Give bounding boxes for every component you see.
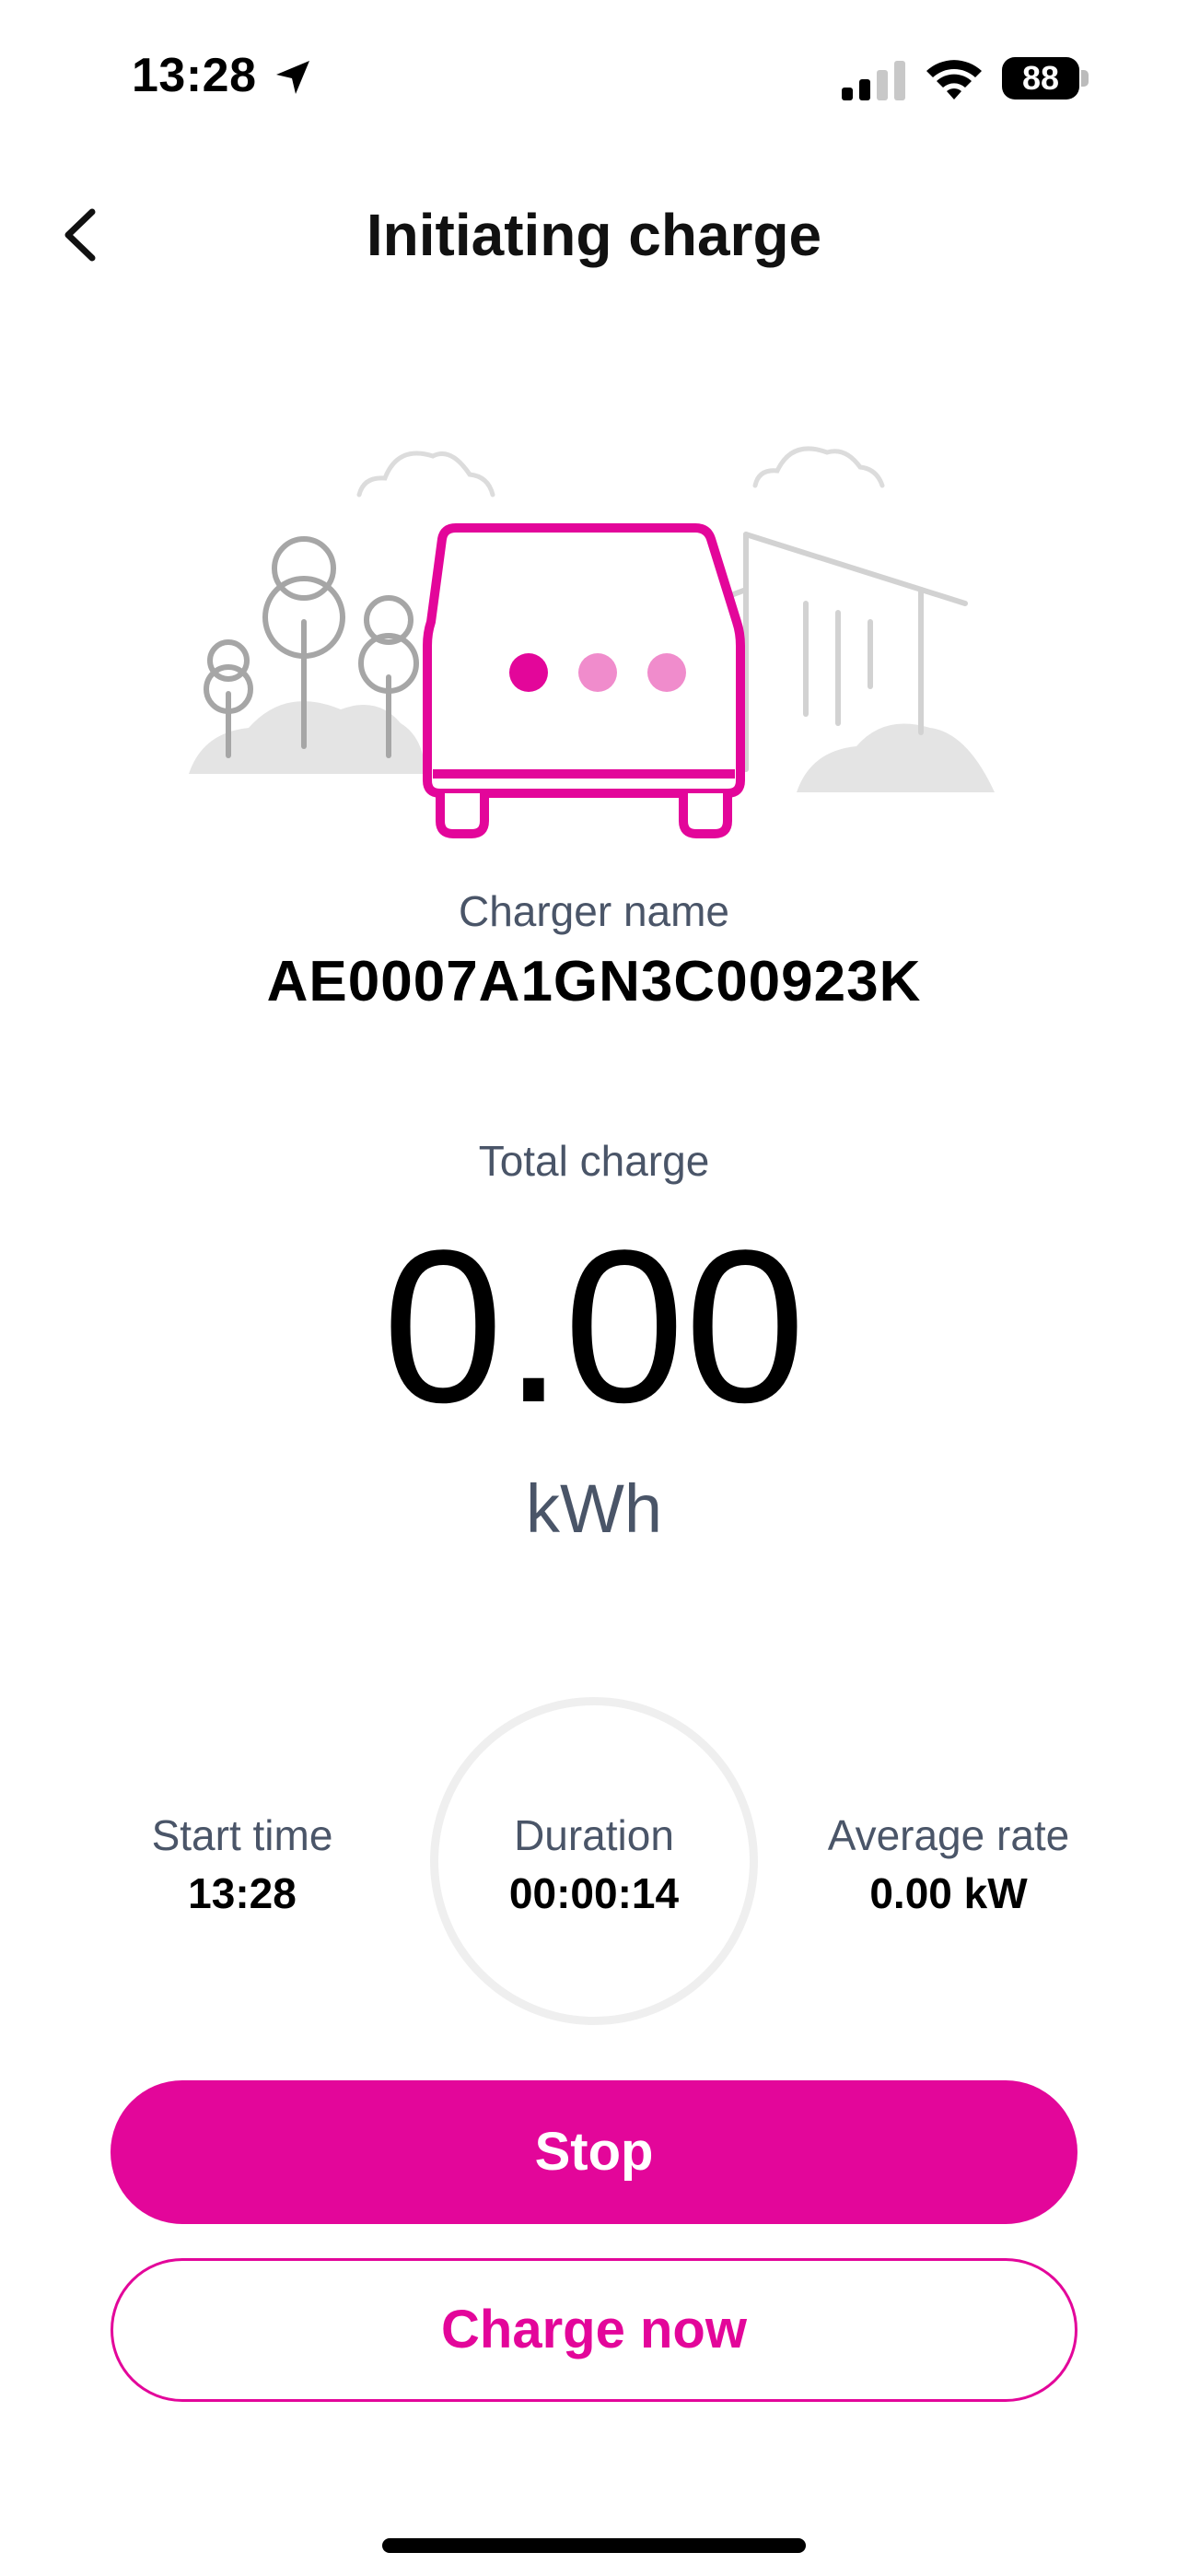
cloud-left-icon	[356, 451, 495, 498]
start-time-stat: Start time 13:28	[104, 1808, 380, 1924]
bush-right	[797, 723, 995, 792]
duration-value: 00:00:14	[508, 1869, 680, 1917]
total-charge-value: 0.00	[382, 1205, 806, 1448]
loading-dot-3	[647, 653, 686, 692]
back-button[interactable]	[48, 193, 122, 276]
wifi-icon	[926, 60, 982, 100]
duration-label: Duration	[514, 1811, 674, 1859]
cloud-right-icon	[752, 446, 885, 488]
status-bar: 13:28 88	[0, 0, 1188, 157]
chevron-left-icon	[64, 208, 96, 262]
home-indicator[interactable]	[382, 2538, 806, 2553]
total-charge-unit: kWh	[526, 1470, 662, 1547]
stop-button[interactable]: Stop	[111, 2080, 1077, 2224]
charger-name-label: Charger name	[458, 887, 730, 935]
battery-level: 88	[1021, 59, 1060, 97]
cellular-signal-icon	[842, 61, 905, 100]
page-title: Initiating charge	[366, 202, 822, 268]
charging-screen: 13:28 88 Initiating charge Charger name …	[0, 0, 1188, 2576]
total-charge-label: Total charge	[478, 1137, 710, 1185]
car-charging-illustration	[189, 446, 995, 838]
charge-now-button[interactable]: Charge now	[111, 2258, 1077, 2402]
loading-dot-2	[578, 653, 617, 692]
charger-name-value: AE0007A1GN3C00923K	[266, 950, 922, 1013]
status-time: 13:28	[132, 49, 257, 102]
location-arrow-icon	[276, 61, 309, 94]
battery-icon: 88	[1002, 57, 1079, 100]
average-rate-value: 0.00 kW	[869, 1869, 1028, 1917]
duration-stat: Duration 00:00:14	[456, 1808, 732, 1924]
start-time-value: 13:28	[188, 1869, 297, 1917]
car-icon	[423, 523, 745, 838]
loading-dot-1	[509, 653, 548, 692]
battery-cap	[1081, 70, 1089, 87]
average-rate-stat: Average rate 0.00 kW	[810, 1808, 1087, 1924]
start-time-label: Start time	[151, 1811, 333, 1859]
average-rate-label: Average rate	[827, 1811, 1070, 1859]
